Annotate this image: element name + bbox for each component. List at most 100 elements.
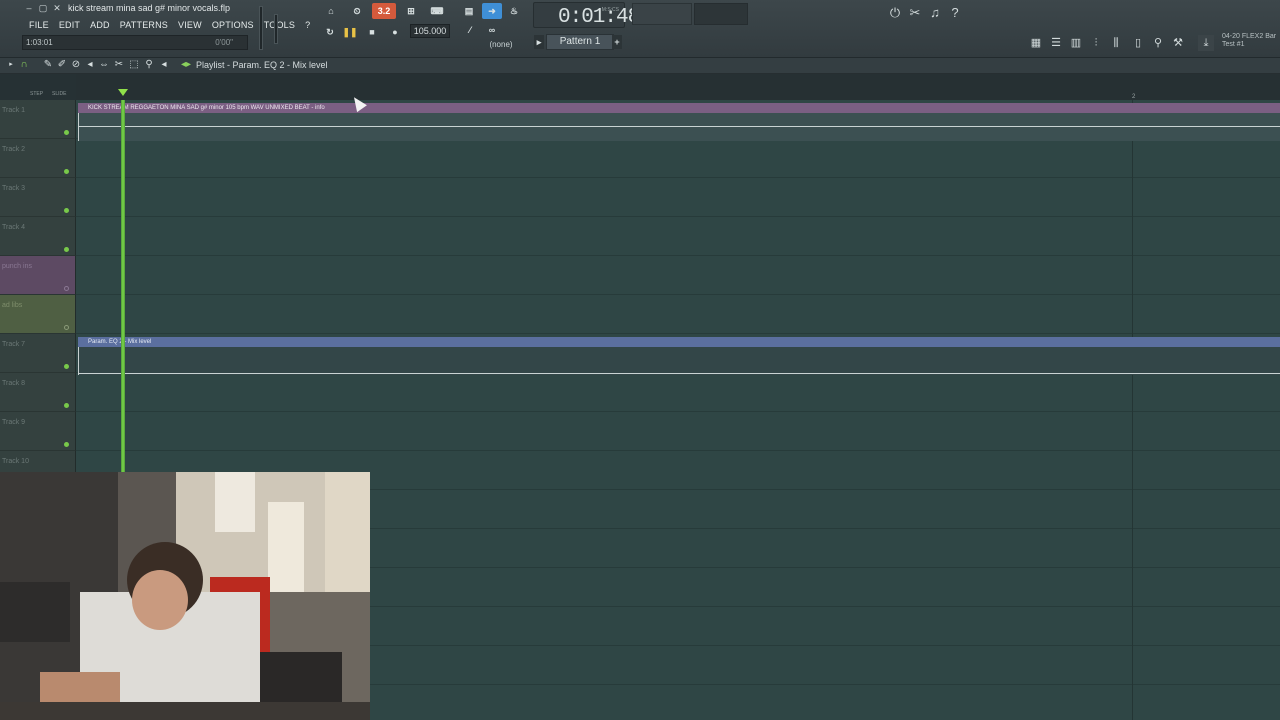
- news-panel[interactable]: 04-20 FLEX2 Bar Test #1: [1222, 33, 1276, 49]
- track-mute-led[interactable]: [64, 286, 69, 291]
- pattern-prev-icon[interactable]: ▸: [534, 35, 544, 49]
- track-name: Track 8: [2, 380, 26, 387]
- track-mute-led[interactable]: [64, 247, 69, 252]
- track-mute-led[interactable]: [64, 208, 69, 213]
- menu-options[interactable]: OPTIONS: [207, 19, 259, 32]
- tempo-tapper-icon[interactable]: ⚒: [1170, 35, 1186, 51]
- hint-time: 0'00": [215, 38, 233, 47]
- track-header-1[interactable]: Track 1: [0, 100, 76, 139]
- step-edit-icon[interactable]: ⊞: [400, 3, 422, 19]
- master-pitch-slider[interactable]: [274, 14, 278, 44]
- playhead[interactable]: [121, 100, 125, 472]
- magnet-snap-icon[interactable]: ∩: [18, 59, 30, 71]
- track-header-3[interactable]: Track 3: [0, 178, 76, 217]
- track-name: Track 1: [2, 107, 26, 114]
- menu-edit[interactable]: EDIT: [54, 19, 85, 32]
- stop-button[interactable]: ■: [364, 24, 380, 40]
- browser-icon[interactable]: ▯: [1130, 35, 1146, 51]
- track-mute-led[interactable]: [64, 130, 69, 135]
- track-lane[interactable]: [76, 217, 1280, 256]
- plugin-picker-icon[interactable]: ⚲: [1150, 35, 1166, 51]
- paint-tool-icon[interactable]: ✐: [56, 59, 68, 71]
- menu-patterns[interactable]: PATTERNS: [115, 19, 173, 32]
- delete-tool-icon[interactable]: ⊘: [70, 59, 82, 71]
- master-volume-slider[interactable]: [259, 6, 263, 50]
- record-button[interactable]: ●: [386, 24, 404, 40]
- automation-clip-body[interactable]: [78, 347, 1280, 375]
- slip-tool-icon[interactable]: ⇔: [98, 59, 110, 71]
- menu-tools[interactable]: TOOLS: [259, 19, 300, 32]
- track-header-2[interactable]: Track 2: [0, 139, 76, 178]
- link-icon[interactable]: ∞: [484, 22, 500, 38]
- audio-clip-header[interactable]: KICK STREAM REGGAETON MINA SAD g# minor …: [78, 103, 1280, 113]
- track-header-punch-ins[interactable]: punch ins: [0, 256, 76, 295]
- track-lane[interactable]: [76, 178, 1280, 217]
- playback-tool-icon[interactable]: ◂: [158, 59, 170, 71]
- track-header-4[interactable]: Track 4: [0, 217, 76, 256]
- timeline-ruler[interactable]: 2: [76, 74, 1280, 100]
- track-header-8[interactable]: Track 8: [0, 373, 76, 412]
- slice-tool-icon[interactable]: ✂: [113, 59, 125, 71]
- restore-icon[interactable]: ▢: [37, 3, 49, 14]
- mixer-faders-icon[interactable]: ⫼: [1108, 35, 1124, 51]
- song-mode-badge[interactable]: 3.2: [372, 3, 396, 19]
- track-header-9[interactable]: Track 9: [0, 412, 76, 451]
- pause-button[interactable]: ❚❚: [342, 24, 358, 40]
- metronome-icon[interactable]: ⌂: [320, 3, 342, 19]
- track-lane[interactable]: [76, 412, 1280, 451]
- track-name: Track 3: [2, 185, 26, 192]
- download-icon[interactable]: ⤓: [1198, 35, 1214, 51]
- help-icon[interactable]: ?: [947, 5, 963, 21]
- minimize-icon[interactable]: –: [23, 3, 35, 14]
- pattern-add-icon[interactable]: +: [612, 35, 622, 49]
- close-icon[interactable]: ✕: [51, 3, 63, 14]
- tempo-display[interactable]: 105.000: [410, 24, 450, 38]
- channel-rack-icon[interactable]: ☰: [1048, 35, 1064, 51]
- track-lane[interactable]: [76, 295, 1280, 334]
- playlist-menu-arrow-icon[interactable]: ▸: [5, 59, 17, 71]
- automation-clip-header[interactable]: Param. EQ 2 - Mix level: [78, 337, 1280, 347]
- song-position-marker[interactable]: [118, 89, 128, 96]
- pattern-song-icon[interactable]: ➜: [482, 3, 502, 19]
- snap-slide-label[interactable]: SLIDE: [52, 91, 66, 97]
- audio-clip-body[interactable]: [78, 113, 1280, 141]
- cut-tools-icon[interactable]: ✂: [907, 5, 923, 21]
- track-mute-led[interactable]: [64, 169, 69, 174]
- snap-step-label[interactable]: STEP: [30, 91, 43, 97]
- pattern-selector[interactable]: Pattern 1: [546, 34, 614, 50]
- draw-tool-icon[interactable]: ✎: [42, 59, 54, 71]
- time-unit-label: M:S:CS: [601, 7, 619, 13]
- playlist-arrow-icon[interactable]: ◂▸: [180, 59, 192, 71]
- track-mute-led[interactable]: [64, 325, 69, 330]
- piano-icon[interactable]: ▤: [460, 3, 478, 19]
- typing-keyboard-icon[interactable]: ⌨: [426, 3, 448, 19]
- song-time-display[interactable]: 0:01:48 M:S:CS: [533, 2, 640, 29]
- playlist-window-icon[interactable]: ▦: [1028, 35, 1044, 51]
- track-lane[interactable]: [76, 256, 1280, 295]
- track-name: punch ins: [2, 263, 32, 270]
- track-mute-led[interactable]: [64, 403, 69, 408]
- countdown-icon[interactable]: ♨: [505, 3, 523, 19]
- menu-help[interactable]: ?: [300, 19, 315, 32]
- track-lane[interactable]: [76, 373, 1280, 412]
- track-lane[interactable]: [76, 139, 1280, 178]
- track-header-7[interactable]: Track 7: [0, 334, 76, 373]
- zoom-tool-icon[interactable]: ⚲: [143, 59, 155, 71]
- track-name: Track 4: [2, 224, 26, 231]
- track-mute-led[interactable]: [64, 442, 69, 447]
- menu-add[interactable]: ADD: [85, 19, 115, 32]
- undo-history-icon[interactable]: ⏻: [887, 5, 903, 21]
- track-mute-led[interactable]: [64, 364, 69, 369]
- brush-icon[interactable]: ⁄: [462, 22, 478, 38]
- piano-roll-icon[interactable]: ▥: [1068, 35, 1084, 51]
- microphone-icon[interactable]: ♫: [927, 5, 943, 21]
- mixer-icon[interactable]: ⫶: [1088, 35, 1104, 51]
- loop-record-icon[interactable]: ↻: [322, 24, 338, 40]
- select-tool-icon[interactable]: ⬚: [128, 59, 140, 71]
- track-header-ad-libs[interactable]: ad libs: [0, 295, 76, 334]
- midi-channel-select[interactable]: (none): [480, 40, 522, 52]
- menu-view[interactable]: VIEW: [173, 19, 207, 32]
- mute-tool-icon[interactable]: ◂: [84, 59, 96, 71]
- wait-input-icon[interactable]: ⏲: [346, 3, 368, 19]
- menu-file[interactable]: FILE: [24, 19, 54, 32]
